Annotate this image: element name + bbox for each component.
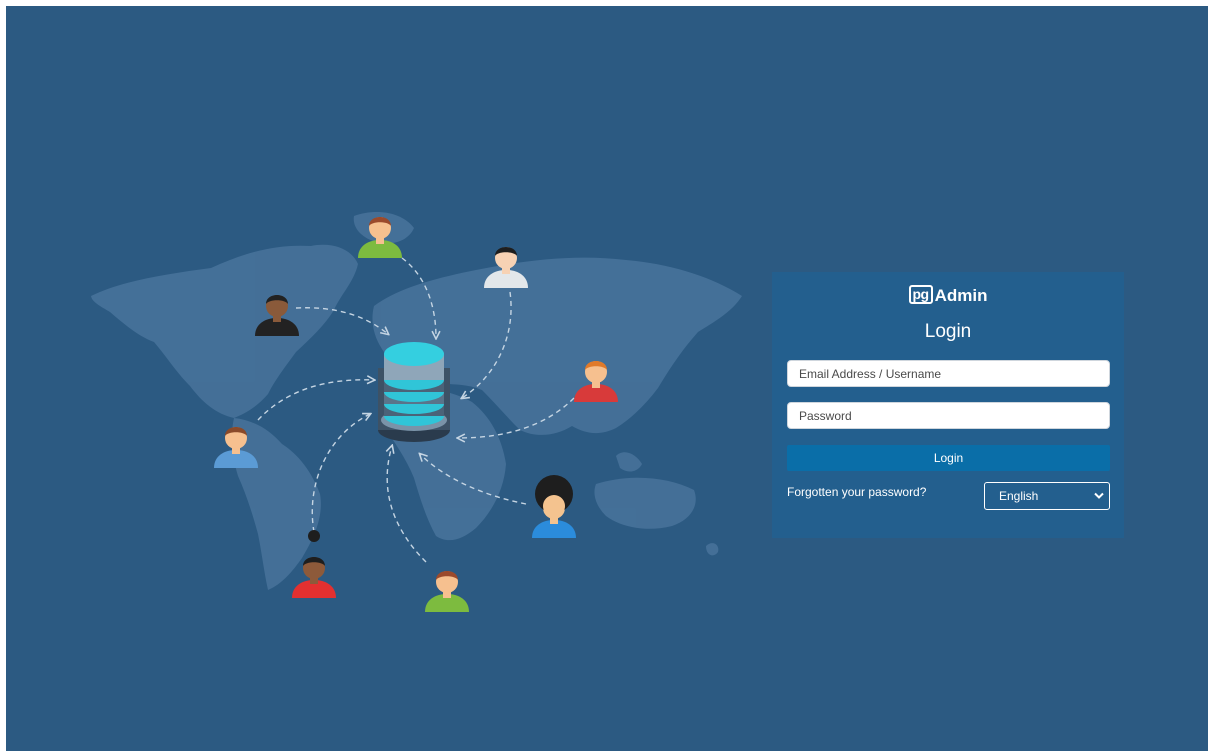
logo-prefix: pg (908, 285, 933, 304)
login-panel: pgAdmin Login Login Forgotten your passw… (772, 272, 1124, 538)
pgadmin-logo: pg Admin (772, 282, 1124, 310)
chevron-down-icon (1094, 492, 1104, 499)
language-selected-value: English (999, 489, 1039, 503)
login-title: Login (924, 321, 972, 342)
login-page-background: pgAdmin Login Login Forgotten your passw… (6, 6, 1208, 751)
password-input[interactable] (787, 402, 1110, 429)
email-username-input[interactable] (787, 360, 1110, 387)
forgot-password-link[interactable]: Forgotten your password? (787, 484, 926, 500)
world-network-illustration (91, 212, 742, 612)
login-button[interactable]: Login (787, 445, 1110, 471)
language-select[interactable]: English (984, 482, 1110, 510)
logo-suffix: Admin (934, 286, 988, 305)
database-icon (378, 342, 450, 442)
